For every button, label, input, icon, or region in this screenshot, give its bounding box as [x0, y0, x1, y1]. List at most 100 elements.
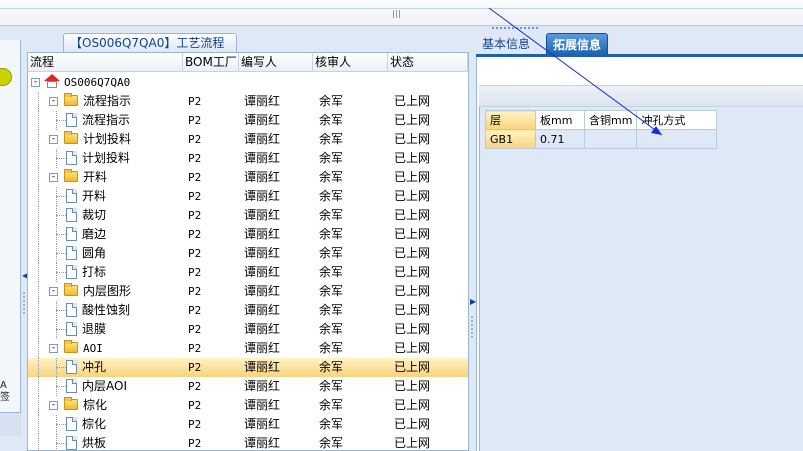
table-row[interactable]: 酸性蚀刻 P2 谭丽红 余军 已上网 — [28, 301, 468, 320]
row-status: 已上网 — [394, 265, 431, 279]
layer-header-punch-method[interactable]: 冲孔方式 — [636, 110, 718, 130]
table-row[interactable]: 烘板 P2 谭丽红 余军 已上网 — [28, 434, 468, 451]
table-row[interactable]: 冲孔 P2 谭丽红 余军 已上网 — [28, 358, 468, 377]
process-tree-grid: 流程 BOM工厂 编写人 核审人 状态 - OS006Q7QA0- 流程指示 P2 谭丽… — [27, 52, 469, 451]
row-bom-factory: P2 — [188, 437, 202, 450]
document-icon — [66, 379, 77, 393]
table-row[interactable]: 开料 P2 谭丽红 余军 已上网 — [28, 187, 468, 206]
tab-basic-info[interactable]: 基本信息 — [476, 33, 536, 55]
tree-connector — [38, 263, 39, 282]
table-row[interactable]: 打标 P2 谭丽红 余军 已上网 — [28, 263, 468, 282]
row-writer: 谭丽红 — [244, 284, 281, 298]
row-writer: 谭丽红 — [244, 246, 281, 260]
table-row[interactable]: 退膜 P2 谭丽红 余军 已上网 — [28, 320, 468, 339]
splitter-grip-icon[interactable] — [392, 10, 402, 18]
row-flow-name: 棕化 — [82, 417, 107, 431]
tree-toggle-icon[interactable]: - — [31, 78, 40, 87]
table-row[interactable]: 计划投料 P2 谭丽红 余军 已上网 — [28, 149, 468, 168]
folder-icon — [64, 169, 78, 182]
row-flow-name: 流程指示 — [82, 113, 131, 127]
right-splitter[interactable]: ▶ — [469, 40, 476, 451]
tree-connector — [38, 396, 39, 415]
table-row[interactable]: - 计划投料 P2 谭丽红 余军 已上网 — [28, 130, 468, 149]
row-status: 已上网 — [394, 94, 431, 108]
table-row[interactable]: - 棕化 P2 谭丽红 余军 已上网 — [28, 396, 468, 415]
row-bom-factory: P2 — [188, 152, 202, 165]
row-flow-name: 计划投料 — [82, 151, 131, 165]
layer-header-copper[interactable]: 含铜mm — [583, 110, 638, 130]
row-flow-name: 打标 — [82, 265, 107, 279]
row-flow-name: 冲孔 — [82, 360, 107, 374]
tree-connector — [38, 111, 39, 130]
row-flow-name: 开料 — [82, 189, 107, 203]
layer-cell-thickness[interactable]: 0.71 — [535, 129, 585, 149]
row-writer: 谭丽红 — [244, 94, 281, 108]
table-row[interactable]: - OS006Q7QA0 — [28, 73, 468, 92]
row-bom-factory: P2 — [188, 190, 202, 203]
tree-connector — [56, 443, 66, 444]
document-icon — [66, 436, 77, 450]
tree-toggle-icon[interactable]: - — [49, 135, 58, 144]
tree-connector — [38, 377, 39, 396]
column-header-bom[interactable]: BOM工厂 — [183, 53, 239, 72]
layer-table-header: 层 板mm 含铜mm 冲孔方式 — [485, 110, 718, 130]
table-row[interactable]: 内层AOI P2 谭丽红 余军 已上网 — [28, 377, 468, 396]
layer-table-row[interactable]: GB1 0.71 — [485, 129, 718, 149]
grid-header: 流程 BOM工厂 编写人 核审人 状态 — [28, 53, 468, 72]
tree-toggle-icon[interactable]: - — [49, 344, 58, 353]
column-header-reviewer[interactable]: 核审人 — [313, 53, 388, 72]
process-flow-tab[interactable]: 【OS006Q7QA0】工艺流程 — [63, 33, 237, 53]
row-bom-factory: P2 — [188, 171, 202, 184]
tree-toggle-icon[interactable]: - — [49, 173, 58, 182]
layer-header-layer[interactable]: 层 — [485, 110, 536, 130]
tree-connector — [38, 244, 39, 263]
tree-connector — [38, 168, 39, 187]
row-bom-factory: P2 — [188, 399, 202, 412]
layer-cell-copper[interactable] — [583, 129, 638, 149]
folder-icon — [64, 340, 78, 353]
layer-table: 层 板mm 含铜mm 冲孔方式 GB1 0.71 — [485, 110, 718, 149]
row-bom-factory: P2 — [188, 342, 202, 355]
row-writer: 谭丽红 — [244, 322, 281, 336]
row-flow-name: 开料 — [83, 170, 108, 184]
collapse-left-arrow-icon[interactable]: ◀ — [22, 270, 28, 282]
tree-connector — [56, 272, 66, 273]
collapse-right-arrow-icon[interactable]: ▶ — [470, 296, 476, 308]
layer-cell-punch-method[interactable] — [636, 129, 718, 149]
tree-toggle-icon[interactable]: - — [49, 287, 58, 296]
column-header-status[interactable]: 状态 — [388, 53, 468, 72]
tree-connector — [38, 225, 39, 244]
tab-extended-info[interactable]: 拓展信息 — [546, 33, 609, 55]
table-row[interactable]: - 内层图形 P2 谭丽红 余军 已上网 — [28, 282, 468, 301]
layer-header-thickness[interactable]: 板mm — [535, 110, 585, 130]
row-reviewer: 余军 — [319, 170, 344, 184]
table-row[interactable]: - 开料 P2 谭丽红 余军 已上网 — [28, 168, 468, 187]
left-panel-bottom-strip — [0, 412, 21, 436]
row-status: 已上网 — [394, 246, 431, 260]
row-bom-factory: P2 — [188, 133, 202, 146]
row-writer: 谭丽红 — [244, 417, 281, 431]
row-status: 已上网 — [394, 170, 431, 184]
table-row[interactable]: 圆角 P2 谭丽红 余军 已上网 — [28, 244, 468, 263]
tree-connector — [56, 424, 66, 425]
table-row[interactable]: 棕化 P2 谭丽红 余军 已上网 — [28, 415, 468, 434]
column-header-flow[interactable]: 流程 — [28, 53, 183, 72]
tree-connector — [38, 415, 39, 434]
row-reviewer: 余军 — [319, 322, 344, 336]
table-row[interactable]: - AOI P2 谭丽红 余军 已上网 — [28, 339, 468, 358]
table-row[interactable]: 磨边 P2 谭丽红 余军 已上网 — [28, 225, 468, 244]
layer-cell-layer[interactable]: GB1 — [485, 129, 536, 149]
table-row[interactable]: 流程指示 P2 谭丽红 余军 已上网 — [28, 111, 468, 130]
tree-connector — [56, 386, 66, 387]
row-flow-name: 内层图形 — [83, 284, 132, 298]
table-row[interactable]: 裁切 P2 谭丽红 余军 已上网 — [28, 206, 468, 225]
column-header-writer[interactable]: 编写人 — [239, 53, 313, 72]
tree-connector — [38, 187, 39, 206]
document-icon — [66, 303, 77, 317]
row-reviewer: 余军 — [319, 132, 344, 146]
row-bom-factory: P2 — [188, 418, 202, 431]
tree-toggle-icon[interactable]: - — [49, 401, 58, 410]
tree-toggle-icon[interactable]: - — [49, 97, 58, 106]
document-icon — [66, 360, 77, 374]
table-row[interactable]: - 流程指示 P2 谭丽红 余军 已上网 — [28, 92, 468, 111]
